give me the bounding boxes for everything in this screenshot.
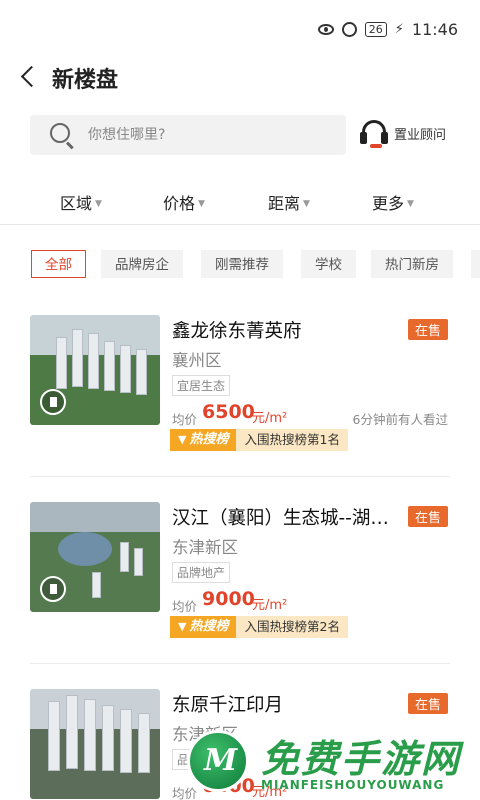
filter-distance[interactable]: 距离 ▼ bbox=[268, 190, 310, 214]
page-title: 新楼盘 bbox=[52, 68, 119, 93]
battery-icon: 26 bbox=[364, 22, 387, 37]
listing-name: 东原千江印月 bbox=[172, 695, 284, 716]
hot-rank-text: 入围热搜榜第2名 bbox=[236, 616, 348, 638]
listing-district: 东津新区 bbox=[172, 538, 238, 557]
filter-bar: 区域 ▼ 价格 ▼ 距离 ▼ 更多 ▼ bbox=[0, 180, 480, 225]
listing-photo bbox=[30, 315, 160, 425]
advisor-button[interactable]: 置业顾问 bbox=[360, 118, 446, 148]
divider bbox=[30, 476, 450, 477]
hot-rank-label: ▼ 热搜榜 bbox=[170, 616, 237, 638]
clock: 11:46 bbox=[411, 20, 458, 39]
price-value: 6500 bbox=[202, 401, 255, 423]
search-input[interactable] bbox=[88, 115, 338, 155]
price-unit: 元/m² bbox=[252, 411, 288, 426]
listing-name: 汉江（襄阳）生态城--湖… bbox=[172, 508, 389, 529]
feature-tag: 品牌地产 bbox=[172, 562, 231, 583]
site-watermark: 免费手游网 MIANFEISHOUYOUWANG bbox=[185, 720, 480, 800]
caret-down-icon: ▼ bbox=[198, 199, 205, 209]
back-icon[interactable] bbox=[16, 64, 42, 90]
hot-rank-text: 入围热搜榜第1名 bbox=[236, 429, 348, 451]
filter-label: 更多 bbox=[372, 194, 405, 213]
search-box[interactable] bbox=[30, 115, 346, 155]
status-bar: 26 ⚡ 11:46 bbox=[0, 0, 480, 56]
search-icon bbox=[50, 123, 70, 143]
video-icon bbox=[40, 389, 66, 415]
flame-icon: ▼ bbox=[178, 433, 187, 446]
hot-rank-badge: ▼ 热搜榜 入围热搜榜第1名 bbox=[170, 429, 348, 451]
price-value: 9000 bbox=[202, 588, 255, 610]
charging-icon: ⚡ bbox=[394, 22, 404, 37]
filter-price[interactable]: 价格 ▼ bbox=[163, 190, 205, 214]
price-label: 均价 bbox=[172, 412, 198, 427]
watermark-logo-icon bbox=[187, 730, 249, 792]
tag-brand-developers[interactable]: 品牌房企 bbox=[101, 250, 183, 278]
tag-row: 全部 品牌房企 刚需推荐 学校 热门新房 bbox=[0, 250, 480, 278]
listing-name: 鑫龙徐东菁英府 bbox=[172, 321, 302, 342]
headset-icon bbox=[360, 118, 388, 148]
caret-down-icon: ▼ bbox=[303, 199, 310, 209]
divider bbox=[30, 663, 450, 664]
alarm-icon bbox=[341, 22, 357, 37]
status-badge: 在售 bbox=[407, 693, 448, 714]
watermark-title: 免费手游网 bbox=[261, 737, 462, 781]
tag-overflow[interactable] bbox=[471, 250, 480, 278]
listing-photo bbox=[30, 689, 160, 799]
status-badge: 在售 bbox=[407, 506, 448, 527]
eye-comfort-icon bbox=[317, 24, 334, 35]
price-unit: 元/m² bbox=[252, 598, 288, 613]
status-badge: 在售 bbox=[407, 319, 448, 340]
tag-essential-picks[interactable]: 刚需推荐 bbox=[201, 250, 283, 278]
listing-card[interactable]: 汉江（襄阳）生态城--湖… 在售 东津新区 品牌地产 均价 9000 元/m² … bbox=[30, 502, 450, 647]
listing-photo bbox=[30, 502, 160, 612]
caret-down-icon: ▼ bbox=[407, 199, 414, 209]
filter-more[interactable]: 更多 ▼ bbox=[372, 190, 414, 214]
tag-hot-new-homes[interactable]: 热门新房 bbox=[371, 250, 453, 278]
status-icons: 26 ⚡ 11:46 bbox=[317, 20, 458, 39]
nav-bar: 新楼盘 bbox=[0, 56, 480, 100]
hot-rank-badge: ▼ 热搜榜 入围热搜榜第2名 bbox=[170, 616, 348, 638]
listing-district: 襄州区 bbox=[172, 351, 222, 370]
hot-rank-label: ▼ 热搜榜 bbox=[170, 429, 237, 451]
listing-card[interactable]: 鑫龙徐东菁英府 在售 襄州区 宜居生态 均价 6500 元/m² 6分钟前有人看… bbox=[30, 315, 450, 460]
price-label: 均价 bbox=[172, 599, 198, 614]
recent-viewers: 6分钟前有人看过 bbox=[352, 412, 448, 427]
filter-label: 价格 bbox=[163, 194, 196, 213]
flame-icon: ▼ bbox=[178, 620, 187, 633]
tag-all[interactable]: 全部 bbox=[31, 250, 86, 278]
filter-district[interactable]: 区域 ▼ bbox=[60, 190, 102, 214]
watermark-subtitle: MIANFEISHOUYOUWANG bbox=[261, 778, 445, 792]
video-icon bbox=[40, 576, 66, 602]
filter-label: 区域 bbox=[60, 194, 93, 213]
advisor-label: 置业顾问 bbox=[394, 127, 447, 143]
filter-label: 距离 bbox=[268, 194, 301, 213]
tag-school[interactable]: 学校 bbox=[301, 250, 356, 278]
feature-tag: 宜居生态 bbox=[172, 375, 231, 396]
caret-down-icon: ▼ bbox=[95, 199, 102, 209]
